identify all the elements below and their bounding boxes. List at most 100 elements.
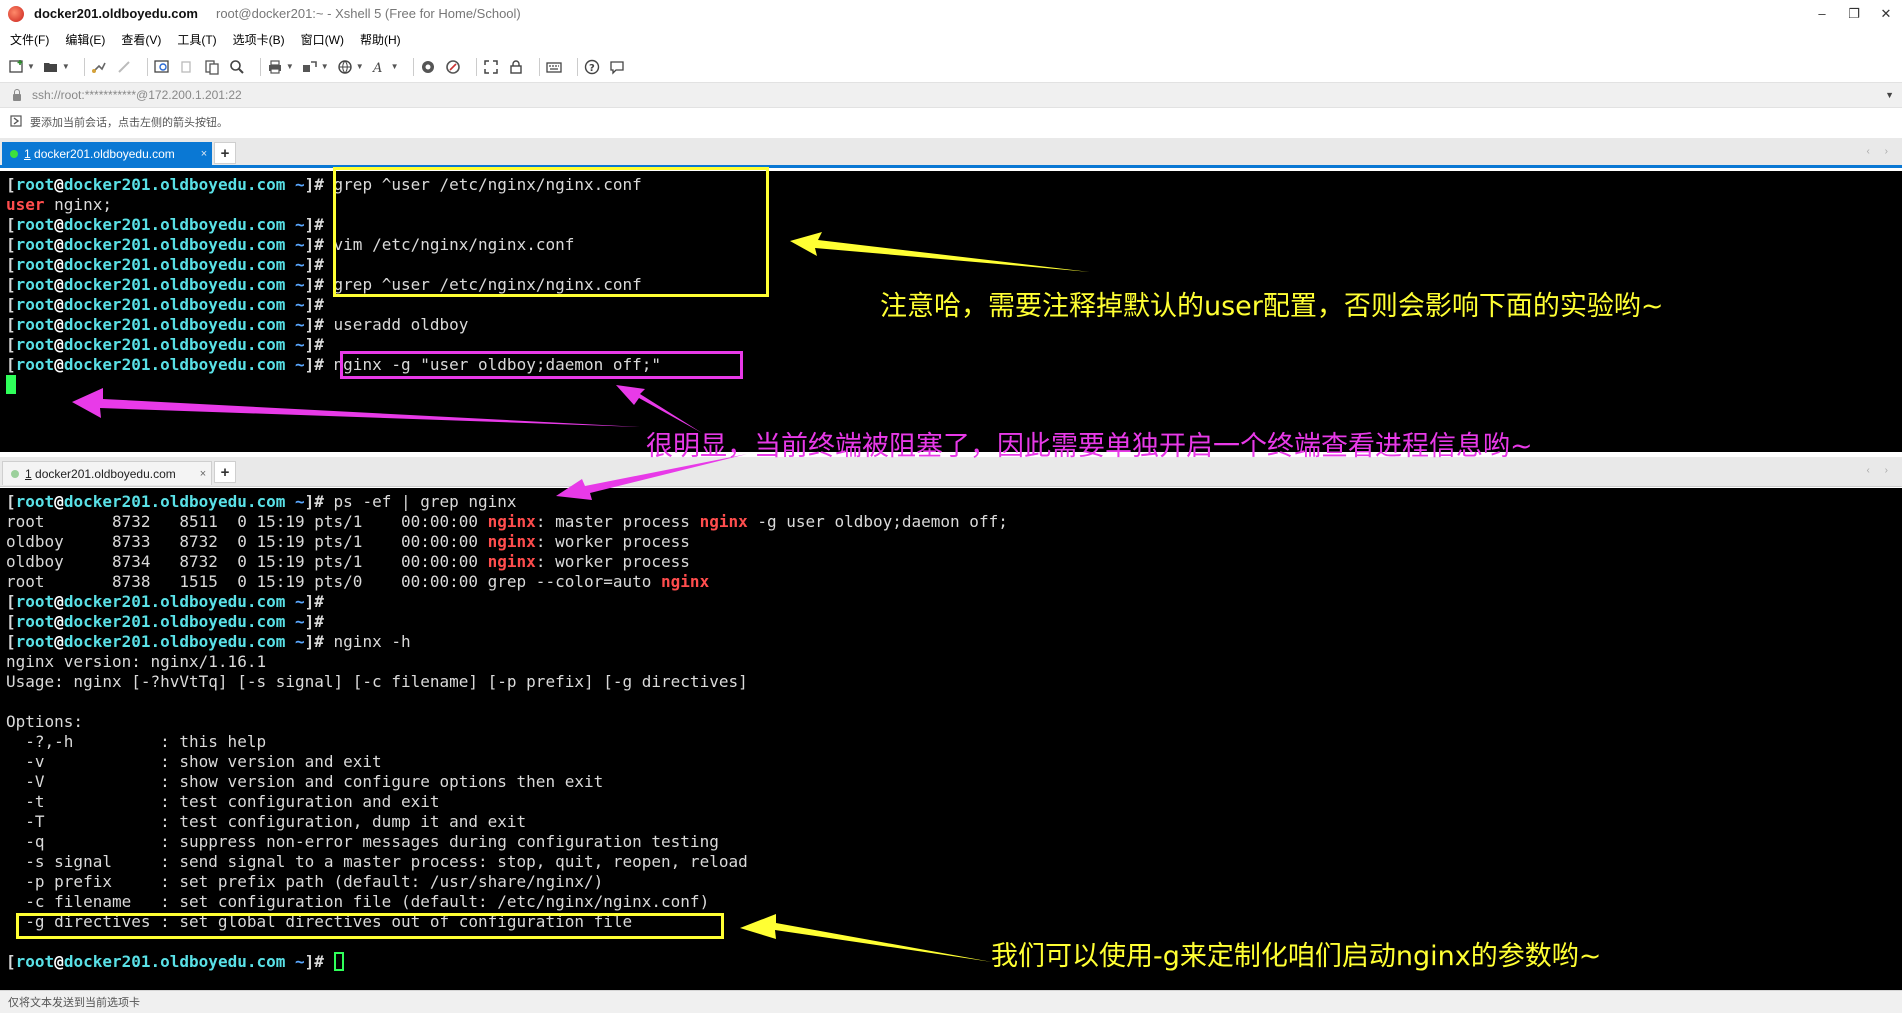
prompt-at: @ bbox=[54, 255, 64, 274]
command-text: nginx -h bbox=[323, 632, 411, 651]
terminal-line: -c filename : set configuration file (de… bbox=[6, 892, 1902, 912]
globe-icon[interactable] bbox=[337, 58, 354, 75]
output-text: -v : show version and exit bbox=[6, 752, 382, 771]
keyboard-icon[interactable] bbox=[546, 58, 563, 75]
output-text: oldboy 8734 8732 0 15:19 pts/1 00:00:00 bbox=[6, 552, 488, 571]
output-text: : worker process bbox=[535, 552, 690, 571]
chevron-down-icon[interactable]: ▼ bbox=[1885, 90, 1894, 100]
output-text: -q : suppress non-error messages during … bbox=[6, 832, 719, 851]
add-session-arrow-icon[interactable] bbox=[10, 114, 22, 130]
menu-edit[interactable]: 编辑(E) bbox=[65, 31, 105, 48]
tab-session-bottom[interactable]: 1 docker201.oldboyedu.com × bbox=[2, 461, 212, 485]
highlighted-match: nginx bbox=[487, 532, 536, 551]
terminal-line: [root@docker201.oldboyedu.com ~]# ps -ef… bbox=[6, 492, 1902, 512]
terminal-pane-bottom[interactable]: [root@docker201.oldboyedu.com ~]# ps -ef… bbox=[0, 488, 1902, 990]
add-tab-button[interactable]: + bbox=[214, 142, 236, 164]
close-tab-icon[interactable]: × bbox=[195, 468, 211, 480]
tab-scroll-arrows-icon[interactable]: ‹ › bbox=[1867, 465, 1894, 476]
prompt-user: root bbox=[15, 492, 55, 511]
prompt-dir: ~ bbox=[285, 275, 305, 294]
properties-icon[interactable] bbox=[154, 58, 171, 75]
chevron-down-icon[interactable]: ▼ bbox=[62, 62, 70, 71]
menu-tools[interactable]: 工具(T) bbox=[177, 31, 216, 48]
close-icon[interactable]: ✕ bbox=[1870, 0, 1902, 27]
chevron-down-icon[interactable]: ▼ bbox=[391, 62, 399, 71]
terminal-line: -V : show version and configure options … bbox=[6, 772, 1902, 792]
terminal-line: root 8738 1515 0 15:19 pts/0 00:00:00 gr… bbox=[6, 572, 1902, 592]
menu-help[interactable]: 帮助(H) bbox=[360, 31, 401, 48]
find-icon[interactable] bbox=[229, 58, 246, 75]
prompt-host: docker201.oldboyedu.com bbox=[63, 175, 286, 194]
terminal-line: -g directives : set global directives ou… bbox=[6, 912, 1902, 932]
command-text: vim /etc/nginx/nginx.conf bbox=[323, 235, 575, 254]
terminal-line: user nginx; bbox=[6, 195, 1902, 215]
paste-icon[interactable] bbox=[204, 58, 221, 75]
prompt-at: @ bbox=[54, 175, 64, 194]
terminal-cursor bbox=[6, 375, 16, 394]
tab-label: 1 docker201.oldboyedu.com bbox=[25, 466, 176, 481]
terminal-line: root 8732 8511 0 15:19 pts/1 00:00:00 ng… bbox=[6, 512, 1902, 532]
prompt-close: ]# bbox=[304, 632, 324, 651]
prompt-close: ]# bbox=[304, 175, 324, 194]
close-tab-icon[interactable]: × bbox=[196, 148, 212, 160]
xftp-icon[interactable] bbox=[445, 58, 462, 75]
new-session-icon[interactable] bbox=[8, 58, 25, 75]
minimize-icon[interactable]: – bbox=[1806, 0, 1838, 27]
prompt-host: docker201.oldboyedu.com bbox=[63, 235, 286, 254]
prompt-at: @ bbox=[54, 215, 64, 234]
output-text: Usage: nginx [-?hvVtTq] [-s signal] [-c … bbox=[6, 672, 748, 691]
prompt-user: root bbox=[15, 215, 55, 234]
script-icon[interactable] bbox=[420, 58, 437, 75]
prompt-open: [ bbox=[6, 215, 16, 234]
menu-window[interactable]: 窗口(W) bbox=[301, 31, 344, 48]
help-icon[interactable]: ? bbox=[584, 58, 601, 75]
disconnect-icon[interactable] bbox=[116, 58, 133, 75]
menu-tabs[interactable]: 选项卡(B) bbox=[233, 31, 285, 48]
terminal-pane-top[interactable]: [root@docker201.oldboyedu.com ~]# grep ^… bbox=[0, 171, 1902, 452]
add-tab-button[interactable]: + bbox=[214, 461, 236, 483]
highlighted-match: nginx bbox=[661, 572, 710, 591]
command-text: useradd oldboy bbox=[323, 315, 469, 334]
output-text: -c filename : set configuration file (de… bbox=[6, 892, 710, 911]
output-text: -p prefix : set prefix path (default: /u… bbox=[6, 872, 604, 891]
prompt-host: docker201.oldboyedu.com bbox=[63, 295, 286, 314]
lock-icon[interactable] bbox=[508, 58, 525, 75]
session-address: ssh://root:***********@172.200.1.201:22 bbox=[32, 88, 242, 102]
transfer-icon[interactable] bbox=[302, 58, 319, 75]
font-icon[interactable]: A bbox=[372, 58, 389, 75]
chevron-down-icon[interactable]: ▼ bbox=[321, 62, 329, 71]
tab-scroll-arrows-icon[interactable]: ‹ › bbox=[1867, 146, 1894, 157]
prompt-host: docker201.oldboyedu.com bbox=[63, 275, 286, 294]
fullscreen-icon[interactable] bbox=[483, 58, 500, 75]
prompt-user: root bbox=[15, 335, 55, 354]
session-address-bar[interactable]: ssh://root:***********@172.200.1.201:22 … bbox=[0, 82, 1902, 108]
chevron-down-icon[interactable]: ▼ bbox=[27, 62, 35, 71]
menu-view[interactable]: 查看(V) bbox=[121, 31, 161, 48]
chevron-down-icon[interactable]: ▼ bbox=[356, 62, 364, 71]
prompt-close: ]# bbox=[304, 275, 324, 294]
menu-bar: 文件(F) 编辑(E) 查看(V) 工具(T) 选项卡(B) 窗口(W) 帮助(… bbox=[0, 27, 1902, 51]
tab-session-top[interactable]: 1 docker201.oldboyedu.com × bbox=[2, 142, 212, 166]
chat-icon[interactable] bbox=[609, 58, 626, 75]
chevron-down-icon[interactable]: ▼ bbox=[286, 62, 294, 71]
prompt-user: root bbox=[15, 612, 55, 631]
session-hint-bar: 要添加当前会话，点击左侧的箭头按钮。 bbox=[0, 108, 1902, 136]
prompt-host: docker201.oldboyedu.com bbox=[63, 592, 286, 611]
prompt-host: docker201.oldboyedu.com bbox=[63, 492, 286, 511]
terminal-line: [root@docker201.oldboyedu.com ~]# bbox=[6, 255, 1902, 275]
terminal-line: [root@docker201.oldboyedu.com ~]# bbox=[6, 215, 1902, 235]
prompt-at: @ bbox=[54, 275, 64, 294]
print-icon[interactable] bbox=[267, 58, 284, 75]
reconnect-icon[interactable] bbox=[91, 58, 108, 75]
copy-icon[interactable] bbox=[179, 58, 196, 75]
terminal-cursor bbox=[333, 952, 344, 971]
maximize-icon[interactable]: ❐ bbox=[1838, 0, 1870, 27]
prompt-dir: ~ bbox=[285, 175, 305, 194]
prompt-dir: ~ bbox=[285, 295, 305, 314]
toolbar-divider bbox=[259, 57, 261, 76]
prompt-user: root bbox=[15, 175, 55, 194]
open-folder-icon[interactable] bbox=[43, 58, 60, 75]
menu-file[interactable]: 文件(F) bbox=[10, 31, 49, 48]
command-text: ps -ef | grep nginx bbox=[323, 492, 517, 511]
